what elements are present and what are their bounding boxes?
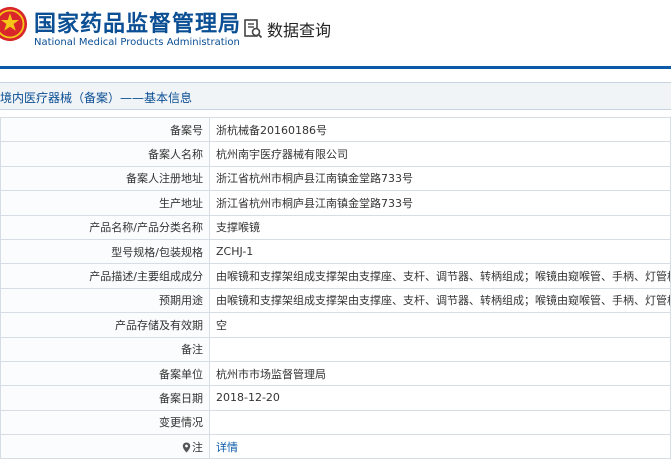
details-link[interactable]: 详情 (216, 441, 238, 454)
field-value: 杭州市市场监督管理局 (209, 360, 671, 387)
table-row: 产品描述/主要组成成分 由喉镜和支撑架组成支撑架由支撑座、支杆、调节器、转柄组成… (0, 263, 671, 289)
org-name-en: National Medical Products Administration (34, 37, 240, 48)
table-row: 产品名称/产品分类名称 支撑喉镜 (0, 214, 671, 240)
table-row: 备案号 浙杭械备20160186号 (0, 116, 671, 143)
field-label: 备案人注册地址 (0, 165, 210, 192)
field-label: 备案号 (0, 116, 210, 143)
field-value: 浙杭械备20160186号 (209, 116, 671, 143)
field-value: 由喉镜和支撑架组成支撑架由支撑座、支杆、调节器、转柄组成；喉镜由窥喉管、手柄、灯… (209, 287, 671, 314)
field-value: ZCHJ-1 (209, 238, 671, 265)
note-value: 详情 (209, 434, 671, 460)
field-value: 杭州南宇医疗器械有限公司 (209, 141, 671, 167)
data-query-label: 数据查询 (267, 21, 332, 40)
field-label: 备注 (0, 336, 210, 362)
breadcrumb: 境内医疗器械（备案）——基本信息 (0, 91, 193, 105)
field-value: 由喉镜和支撑架组成支撑架由支撑座、支杆、调节器、转柄组成；喉镜由窥喉管、手柄、灯… (209, 263, 671, 289)
field-label: 预期用途 (0, 287, 210, 314)
table-row: 备注 (0, 336, 671, 362)
breadcrumb-bar: 境内医疗器械（备案）——基本信息 (0, 82, 671, 110)
field-label: 产品名称/产品分类名称 (0, 214, 210, 240)
org-name-cn: 国家药品监督管理局 (34, 12, 242, 37)
note-label-cell: 注 (0, 434, 210, 460)
table-row: 变更情况 (0, 409, 671, 436)
field-label: 型号规格/包装规格 (0, 238, 210, 265)
table-row: 预期用途 由喉镜和支撑架组成支撑架由支撑座、支杆、调节器、转柄组成；喉镜由窥喉管… (0, 287, 671, 314)
field-value: 2018-12-20 (209, 385, 671, 411)
field-value (209, 409, 671, 436)
field-label: 产品存储及有效期 (0, 312, 210, 338)
note-label: 注 (192, 440, 203, 454)
field-label: 备案日期 (0, 385, 210, 411)
table-row: 生产地址 浙江省杭州市桐庐县江南镇金堂路733号 (0, 190, 671, 216)
field-value: 浙江省杭州市桐庐县江南镇金堂路733号 (209, 165, 671, 192)
table-row: 备案人注册地址 浙江省杭州市桐庐县江南镇金堂路733号 (0, 165, 671, 192)
table-row: 产品存储及有效期 空 (0, 312, 671, 338)
document-search-icon (244, 19, 263, 39)
header-divider (0, 66, 671, 69)
data-query-button[interactable]: 数据查询 (243, 17, 331, 41)
field-label: 变更情况 (0, 409, 210, 436)
field-label: 生产地址 (0, 190, 210, 216)
field-value: 浙江省杭州市桐庐县江南镇金堂路733号 (209, 190, 671, 216)
location-pin-icon (182, 442, 191, 453)
table-row: 备案人名称 杭州南宇医疗器械有限公司 (0, 141, 671, 167)
note-row: 注 详情 (0, 434, 671, 460)
field-label: 备案单位 (0, 360, 210, 387)
record-table: 备案号 浙杭械备20160186号 备案人名称 杭州南宇医疗器械有限公司 备案人… (0, 116, 671, 460)
field-value (209, 336, 671, 362)
field-value: 支撑喉镜 (209, 214, 671, 240)
field-label: 备案人名称 (0, 141, 210, 167)
table-row: 型号规格/包装规格 ZCHJ-1 (0, 238, 671, 265)
emblem-logo (0, 6, 28, 42)
site-header: 国家药品监督管理局 National Medical Products Admi… (0, 0, 671, 66)
field-value: 空 (209, 312, 671, 338)
field-label: 产品描述/主要组成成分 (0, 263, 210, 289)
table-row: 备案日期 2018-12-20 (0, 385, 671, 411)
table-row: 备案单位 杭州市市场监督管理局 (0, 360, 671, 387)
